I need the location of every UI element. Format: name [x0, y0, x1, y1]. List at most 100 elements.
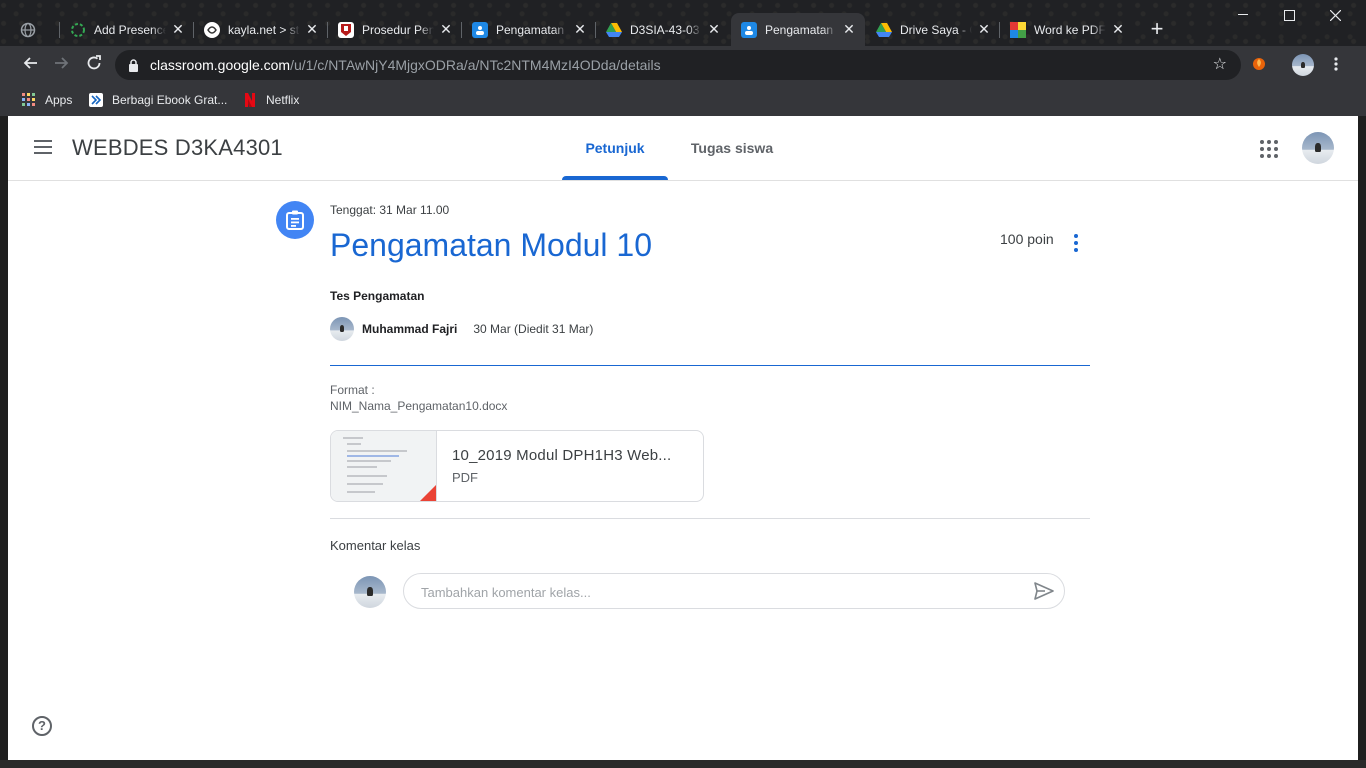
- bookmark-netflix[interactable]: Netflix: [243, 89, 299, 111]
- url-path: /u/1/c/NTAwNjY4MjgxODRa/a/NTc2NTM4MzI4OD…: [290, 57, 661, 73]
- tab-pengamatan-active[interactable]: Pengamatan ✕: [731, 13, 865, 46]
- browser-menu-button[interactable]: [1324, 54, 1348, 76]
- attachment-card[interactable]: 10_2019 Modul DPH1H3 Web... PDF: [330, 430, 704, 502]
- tab-pengamatan-1[interactable]: Pengamatan ✕: [462, 13, 596, 46]
- tab-strip: Add Presence ✕ kayla.net > st ✕ Prosedur…: [0, 0, 1366, 46]
- description-line: NIM_Nama_Pengamatan10.docx: [330, 399, 508, 413]
- close-tab-icon[interactable]: ✕: [304, 21, 320, 38]
- points-label: 100 poin: [1000, 231, 1054, 247]
- bookmarks-bar: Apps Berbagi Ebook Grat... Netflix: [0, 84, 1366, 116]
- attachment-thumbnail: [331, 431, 437, 501]
- reload-icon: [87, 55, 101, 70]
- close-window-button[interactable]: [1312, 0, 1358, 30]
- reload-button[interactable]: [82, 54, 106, 76]
- apps-grid-icon: [22, 93, 36, 107]
- class-title[interactable]: WEBDES D3KA4301: [72, 135, 283, 161]
- back-arrow-icon: [23, 57, 37, 69]
- assignment-subtitle: Tes Pengamatan: [330, 289, 425, 303]
- tab-title: D3SIA-43-03: [630, 22, 700, 37]
- classroom-page: WEBDES D3KA4301 Petunjuk Tugas siswa Ten…: [8, 116, 1358, 760]
- tab-prosedur[interactable]: Prosedur Pen ✕: [328, 13, 462, 46]
- more-options-icon[interactable]: [1074, 234, 1078, 252]
- bookmark-star-icon[interactable]: ☆: [1213, 50, 1227, 80]
- taskbar: [0, 760, 1366, 768]
- tab-word-pdf[interactable]: Word ke PDF ✕: [1000, 13, 1134, 46]
- tab-title: Add Presence: [94, 22, 166, 37]
- comment-input[interactable]: [419, 574, 1023, 610]
- post-date: 30 Mar (Diedit 31 Mar): [473, 322, 594, 336]
- classroom-icon: [741, 21, 757, 38]
- assignment-icon: [276, 201, 314, 239]
- address-bar[interactable]: classroom.google.com/u/1/c/NTAwNjY4MjgxO…: [115, 50, 1241, 80]
- classroom-app-bar: WEBDES D3KA4301 Petunjuk Tugas siswa: [8, 116, 1358, 181]
- bookmark-ebook[interactable]: Berbagi Ebook Grat...: [89, 89, 227, 111]
- help-icon[interactable]: ?: [32, 716, 52, 736]
- lock-icon: [128, 50, 139, 83]
- close-tab-icon[interactable]: ✕: [841, 21, 857, 38]
- maximize-button[interactable]: [1266, 0, 1312, 30]
- assignment-description: Format : NIM_Nama_Pengamatan10.docx: [330, 382, 507, 414]
- tab-0[interactable]: [10, 13, 60, 46]
- pdf-corner-icon: [420, 485, 436, 501]
- window-edge-left: [0, 116, 8, 760]
- divider: [330, 518, 1090, 519]
- description-line: Format :: [330, 383, 375, 397]
- presence-icon: [70, 22, 86, 38]
- author-row: Muhammad Fajri 30 Mar (Diedit 31 Mar): [330, 317, 593, 341]
- close-tab-icon[interactable]: ✕: [976, 21, 992, 38]
- netflix-icon: [243, 93, 257, 107]
- account-avatar[interactable]: [1302, 132, 1334, 164]
- close-tab-icon[interactable]: ✕: [1110, 21, 1126, 38]
- forward-button[interactable]: [50, 54, 74, 76]
- ilovepdf-icon: [1010, 21, 1026, 38]
- tab-petunjuk[interactable]: Petunjuk: [562, 116, 668, 180]
- author-name: Muhammad Fajri: [362, 322, 458, 336]
- bookmark-apps[interactable]: Apps: [22, 89, 72, 111]
- drive-icon: [606, 22, 622, 38]
- attachment-type: PDF: [452, 470, 478, 485]
- extension-button[interactable]: [1247, 54, 1271, 76]
- profile-avatar: [1292, 54, 1314, 76]
- author-avatar: [330, 317, 354, 341]
- profile-button[interactable]: [1292, 54, 1314, 76]
- divider: [330, 365, 1090, 366]
- window-edge-right: [1358, 116, 1366, 760]
- tab-tugas-siswa[interactable]: Tugas siswa: [678, 116, 786, 180]
- drive-icon: [876, 22, 892, 38]
- tab-kayla[interactable]: kayla.net > st ✕: [194, 13, 328, 46]
- browser-toolbar: classroom.google.com/u/1/c/NTAwNjY4MjgxO…: [0, 46, 1366, 84]
- minimize-button[interactable]: [1220, 0, 1266, 30]
- tab-title: Drive Saya - G: [900, 22, 972, 37]
- send-icon[interactable]: [1034, 582, 1054, 605]
- tab-drive-saya[interactable]: Drive Saya - G ✕: [866, 13, 1000, 46]
- tab-add-presence[interactable]: Add Presence ✕: [60, 13, 194, 46]
- comment-box: [403, 573, 1065, 610]
- close-tab-icon[interactable]: ✕: [170, 21, 186, 38]
- url-host: classroom.google.com: [150, 57, 291, 73]
- close-tab-icon[interactable]: ✕: [438, 21, 454, 38]
- google-apps-icon[interactable]: [1260, 140, 1278, 158]
- forward-arrow-icon: [55, 57, 69, 69]
- close-tab-icon[interactable]: ✕: [572, 21, 588, 38]
- due-date: Tenggat: 31 Mar 11.00: [330, 203, 450, 217]
- assignment-title: Pengamatan Modul 10: [330, 227, 652, 263]
- tab-title: Pengamatan: [765, 22, 834, 37]
- university-icon: [338, 21, 354, 38]
- tab-title: kayla.net > st: [228, 22, 300, 37]
- new-tab-button[interactable]: +: [1146, 18, 1168, 41]
- classroom-icon: [472, 21, 488, 38]
- close-tab-icon[interactable]: ✕: [706, 21, 722, 38]
- more-vert-icon: [1334, 57, 1338, 71]
- back-button[interactable]: [18, 54, 42, 76]
- tab-title: Prosedur Pen: [362, 22, 434, 37]
- tab-d3sia[interactable]: D3SIA-43-03 ✕: [596, 13, 730, 46]
- hamburger-menu-icon[interactable]: [34, 140, 52, 154]
- ebook-icon: [89, 93, 103, 107]
- bookmark-label: Berbagi Ebook Grat...: [112, 93, 228, 107]
- class-comments-heading: Komentar kelas: [330, 538, 421, 553]
- bookmark-label: Netflix: [266, 93, 300, 107]
- commenter-avatar: [354, 576, 386, 608]
- fire-extension-icon: [1253, 58, 1265, 70]
- attachment-name: 10_2019 Modul DPH1H3 Web...: [452, 447, 672, 464]
- tab-title: Pengamatan: [496, 22, 565, 37]
